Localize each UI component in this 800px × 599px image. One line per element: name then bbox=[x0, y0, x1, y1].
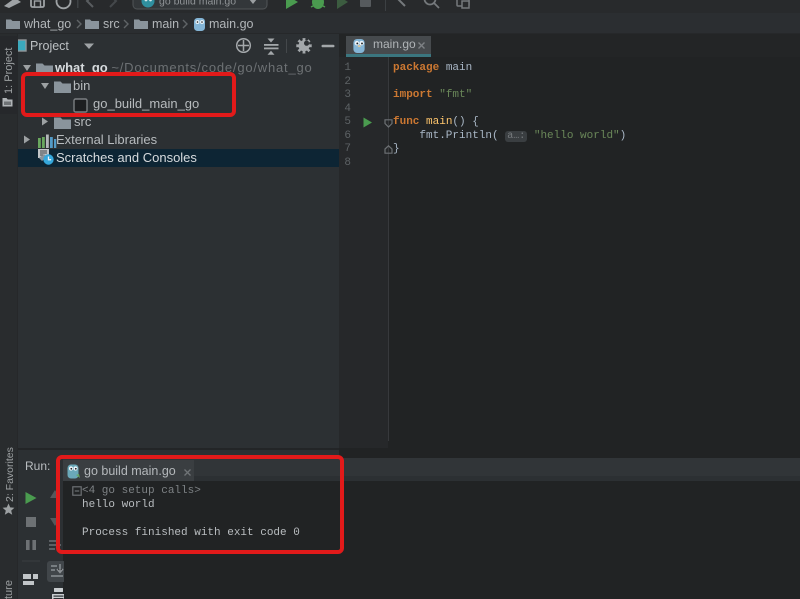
svg-text:main.go: main.go bbox=[209, 17, 254, 31]
svg-text:go build main.go: go build main.go bbox=[159, 0, 236, 8]
svg-text:main: main bbox=[152, 17, 179, 31]
svg-text:src: src bbox=[103, 17, 120, 31]
svg-text:Project: Project bbox=[30, 39, 69, 53]
svg-text:what_go: what_go bbox=[23, 17, 71, 31]
